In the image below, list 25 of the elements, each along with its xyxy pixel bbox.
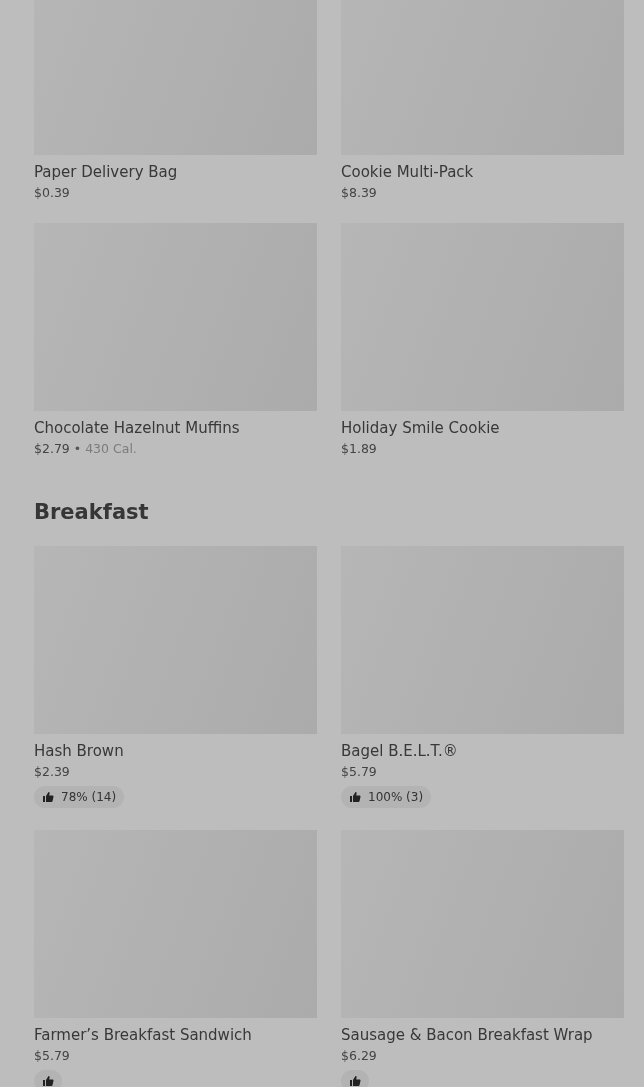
item-name[interactable]: Holiday Smile Cookie [341, 418, 624, 438]
item-name[interactable]: Bagel B.E.L.T.® [341, 741, 624, 761]
item-name[interactable]: Farmer’s Breakfast Sandwich [34, 1025, 317, 1045]
thumbs-up-icon [42, 1075, 54, 1087]
item-name[interactable]: Cookie Multi-Pack [341, 162, 624, 182]
item-price: $6.29 [341, 1047, 377, 1064]
item-name[interactable]: Hash Brown [34, 741, 317, 761]
thumbs-up-icon [349, 791, 361, 803]
item-calories: 430 Cal. [85, 440, 137, 457]
rating-badge: 100% (3) [341, 786, 432, 808]
item-price: $5.79 [34, 1047, 70, 1064]
thumbs-up-icon [42, 791, 54, 803]
item-price: $1.89 [341, 440, 377, 457]
separator-dot: • [73, 440, 82, 457]
thumbs-up-icon [349, 1075, 361, 1087]
item-price: $5.79 [341, 763, 377, 780]
item-price: $2.39 [34, 763, 70, 780]
item-price: $8.39 [341, 184, 377, 201]
rating-badge: 78% (14) [34, 786, 125, 808]
item-price: $2.79 [34, 440, 70, 457]
item-name[interactable]: Sausage & Bacon Breakfast Wrap [341, 1025, 624, 1045]
item-name[interactable]: Paper Delivery Bag [34, 162, 317, 182]
item-name[interactable]: Chocolate Hazelnut Muffins [34, 418, 317, 438]
section-heading: Breakfast [34, 499, 150, 526]
item-price: $0.39 [34, 184, 70, 201]
